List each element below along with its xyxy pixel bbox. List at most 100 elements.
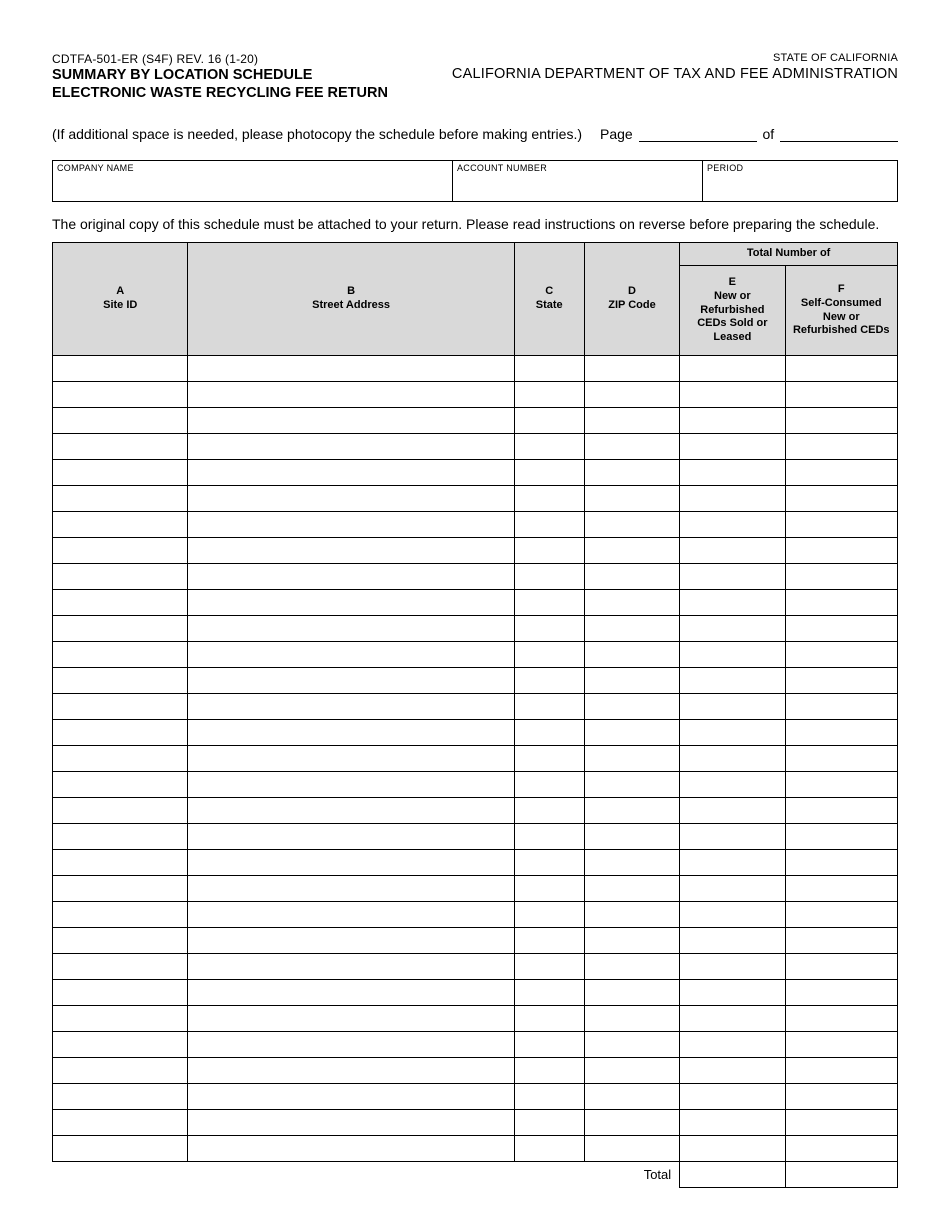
cell-d[interactable] (584, 746, 679, 772)
cell-c[interactable] (514, 980, 584, 1006)
cell-b[interactable] (188, 434, 514, 460)
cell-c[interactable] (514, 408, 584, 434)
cell-c[interactable] (514, 928, 584, 954)
cell-a[interactable] (53, 1136, 188, 1162)
company-name-cell[interactable]: COMPANY NAME (53, 161, 453, 201)
cell-b[interactable] (188, 668, 514, 694)
cell-b[interactable] (188, 772, 514, 798)
cell-a[interactable] (53, 876, 188, 902)
cell-d[interactable] (584, 720, 679, 746)
cell-d[interactable] (584, 460, 679, 486)
cell-c[interactable] (514, 850, 584, 876)
cell-f[interactable] (785, 694, 897, 720)
cell-d[interactable] (584, 512, 679, 538)
cell-e[interactable] (680, 512, 785, 538)
cell-f[interactable] (785, 850, 897, 876)
cell-d[interactable] (584, 772, 679, 798)
cell-b[interactable] (188, 850, 514, 876)
cell-b[interactable] (188, 512, 514, 538)
cell-a[interactable] (53, 564, 188, 590)
cell-b[interactable] (188, 720, 514, 746)
cell-e[interactable] (680, 798, 785, 824)
cell-b[interactable] (188, 798, 514, 824)
cell-b[interactable] (188, 382, 514, 408)
cell-b[interactable] (188, 1084, 514, 1110)
cell-e[interactable] (680, 746, 785, 772)
cell-d[interactable] (584, 798, 679, 824)
cell-d[interactable] (584, 668, 679, 694)
cell-f[interactable] (785, 460, 897, 486)
cell-b[interactable] (188, 486, 514, 512)
cell-d[interactable] (584, 616, 679, 642)
cell-e[interactable] (680, 954, 785, 980)
cell-b[interactable] (188, 1136, 514, 1162)
cell-d[interactable] (584, 902, 679, 928)
cell-a[interactable] (53, 720, 188, 746)
cell-c[interactable] (514, 668, 584, 694)
cell-c[interactable] (514, 382, 584, 408)
cell-a[interactable] (53, 382, 188, 408)
cell-a[interactable] (53, 512, 188, 538)
cell-c[interactable] (514, 616, 584, 642)
cell-f[interactable] (785, 902, 897, 928)
cell-e[interactable] (680, 850, 785, 876)
cell-c[interactable] (514, 720, 584, 746)
cell-c[interactable] (514, 824, 584, 850)
cell-f[interactable] (785, 538, 897, 564)
cell-b[interactable] (188, 356, 514, 382)
cell-a[interactable] (53, 928, 188, 954)
cell-d[interactable] (584, 408, 679, 434)
cell-b[interactable] (188, 954, 514, 980)
cell-b[interactable] (188, 408, 514, 434)
cell-f[interactable] (785, 1058, 897, 1084)
cell-a[interactable] (53, 1110, 188, 1136)
cell-e[interactable] (680, 590, 785, 616)
cell-f[interactable] (785, 824, 897, 850)
cell-b[interactable] (188, 538, 514, 564)
cell-a[interactable] (53, 668, 188, 694)
cell-a[interactable] (53, 1058, 188, 1084)
cell-f[interactable] (785, 590, 897, 616)
cell-c[interactable] (514, 538, 584, 564)
cell-b[interactable] (188, 694, 514, 720)
cell-c[interactable] (514, 434, 584, 460)
cell-b[interactable] (188, 902, 514, 928)
cell-c[interactable] (514, 486, 584, 512)
cell-e[interactable] (680, 486, 785, 512)
cell-e[interactable] (680, 980, 785, 1006)
total-e-cell[interactable] (680, 1162, 785, 1188)
cell-e[interactable] (680, 1006, 785, 1032)
cell-d[interactable] (584, 1032, 679, 1058)
cell-f[interactable] (785, 1084, 897, 1110)
cell-e[interactable] (680, 876, 785, 902)
cell-a[interactable] (53, 460, 188, 486)
cell-e[interactable] (680, 772, 785, 798)
cell-e[interactable] (680, 538, 785, 564)
cell-e[interactable] (680, 642, 785, 668)
period-cell[interactable]: PERIOD (703, 161, 897, 201)
cell-e[interactable] (680, 1084, 785, 1110)
cell-e[interactable] (680, 1032, 785, 1058)
cell-d[interactable] (584, 1110, 679, 1136)
cell-b[interactable] (188, 564, 514, 590)
cell-a[interactable] (53, 902, 188, 928)
cell-d[interactable] (584, 538, 679, 564)
cell-d[interactable] (584, 1006, 679, 1032)
cell-f[interactable] (785, 486, 897, 512)
cell-e[interactable] (680, 356, 785, 382)
cell-e[interactable] (680, 616, 785, 642)
cell-c[interactable] (514, 642, 584, 668)
cell-f[interactable] (785, 1006, 897, 1032)
cell-f[interactable] (785, 1136, 897, 1162)
cell-c[interactable] (514, 590, 584, 616)
cell-e[interactable] (680, 382, 785, 408)
cell-c[interactable] (514, 1084, 584, 1110)
cell-d[interactable] (584, 434, 679, 460)
cell-d[interactable] (584, 876, 679, 902)
cell-d[interactable] (584, 694, 679, 720)
cell-c[interactable] (514, 694, 584, 720)
cell-b[interactable] (188, 928, 514, 954)
cell-e[interactable] (680, 408, 785, 434)
cell-a[interactable] (53, 642, 188, 668)
cell-c[interactable] (514, 876, 584, 902)
